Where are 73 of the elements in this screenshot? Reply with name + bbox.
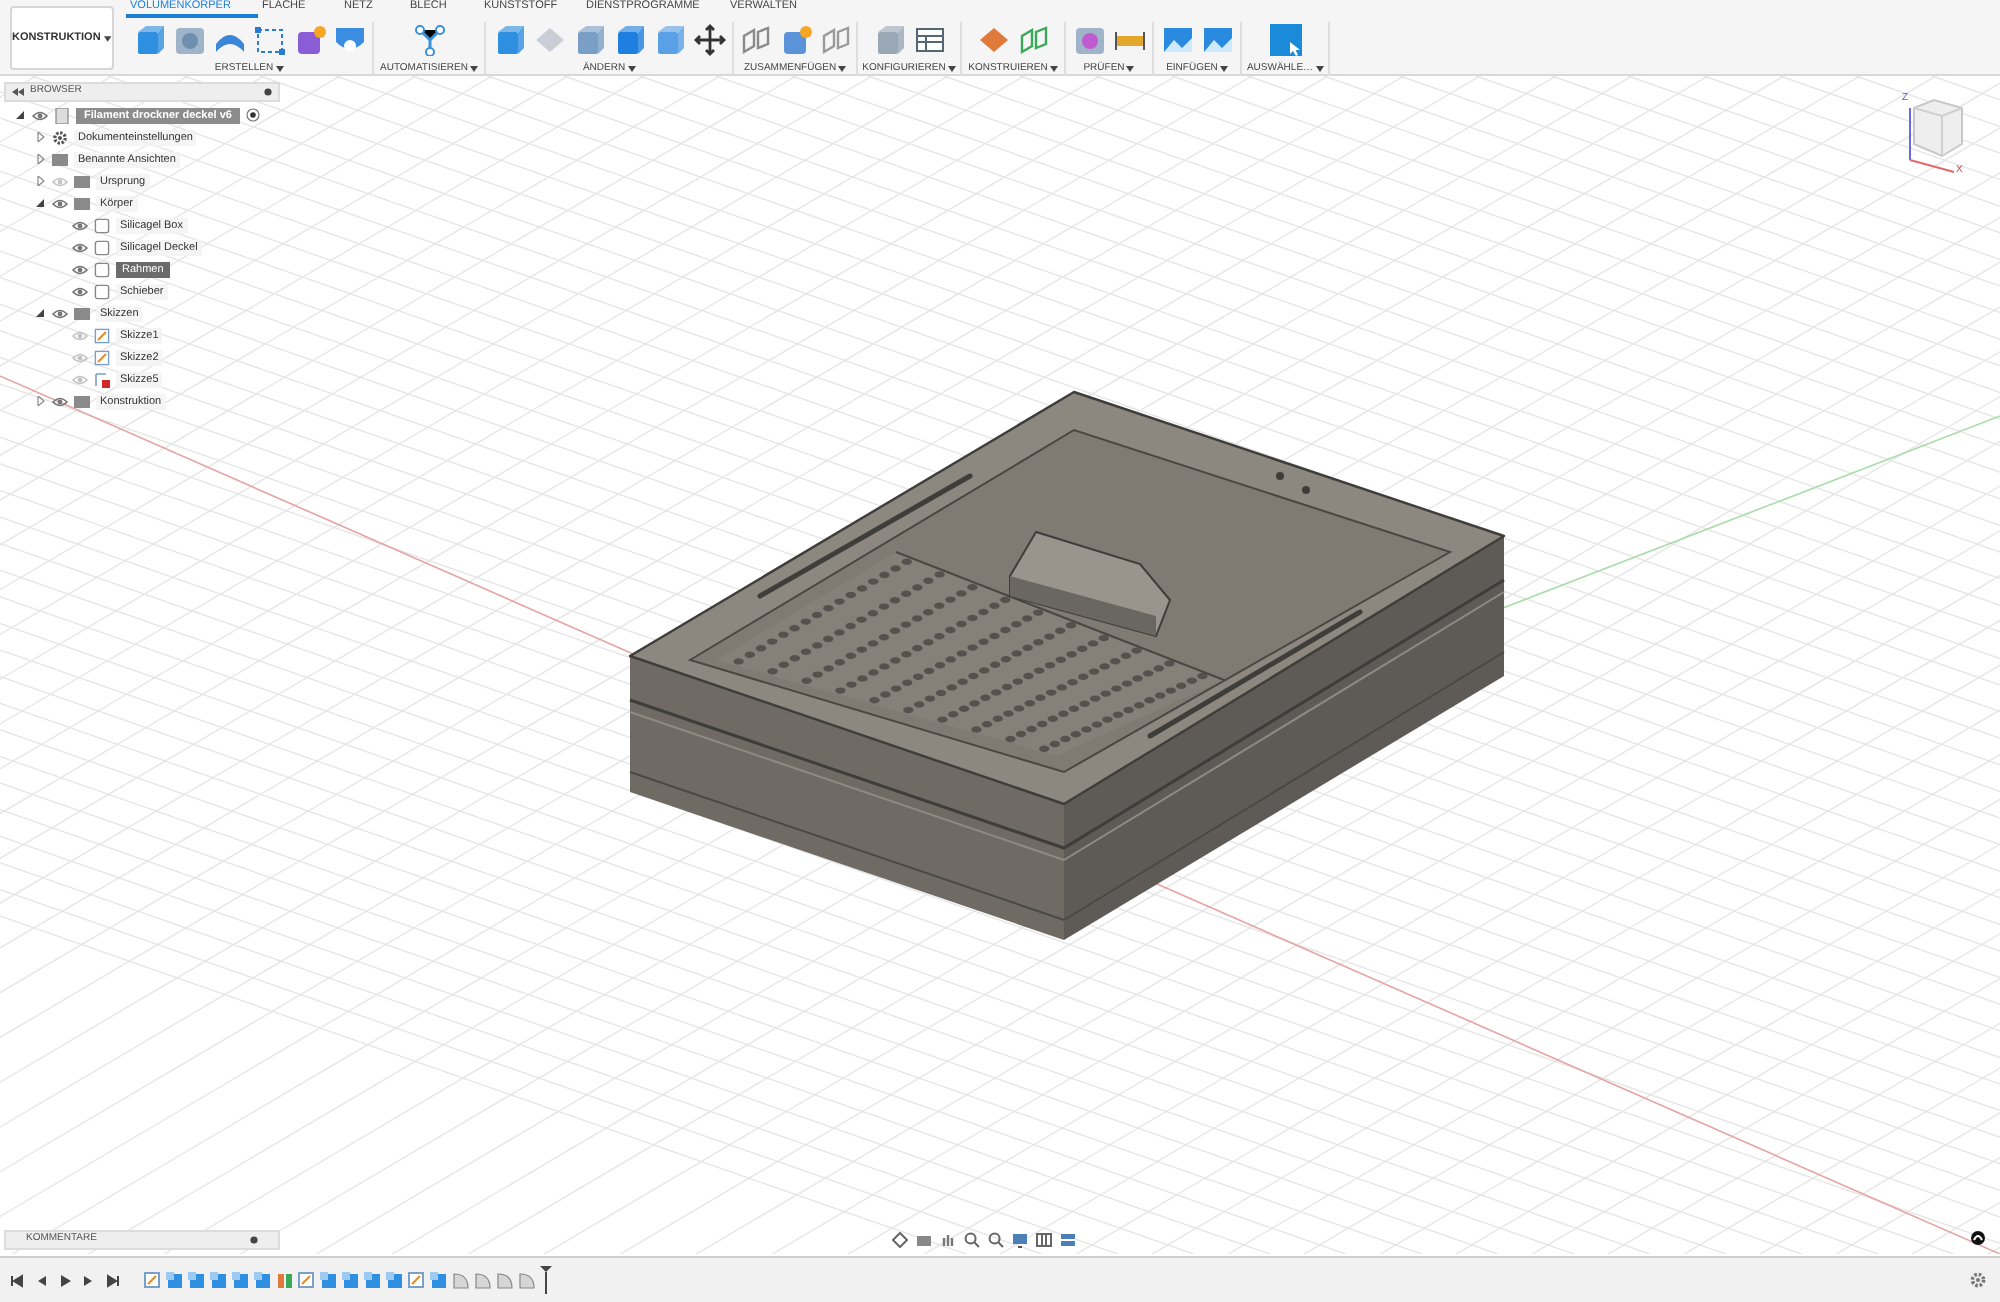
move-icon[interactable] (693, 24, 725, 56)
sketch-icon[interactable] (144, 1271, 162, 1289)
folder-icon (74, 393, 90, 409)
shell-icon[interactable] (333, 24, 365, 56)
sketch-warning-icon (94, 371, 110, 387)
cube-icon[interactable] (342, 1271, 360, 1289)
cube-icon[interactable] (133, 24, 165, 56)
joint-icon[interactable] (1017, 24, 1049, 56)
image-icon[interactable] (1161, 24, 1193, 56)
eye-icon[interactable] (52, 197, 68, 209)
joint-icon[interactable] (819, 24, 851, 56)
joint-icon[interactable] (739, 24, 771, 56)
camera-icon[interactable] (916, 1232, 932, 1248)
eye-icon[interactable] (52, 307, 68, 319)
cube-icon[interactable] (210, 1271, 228, 1289)
cursor-icon[interactable] (1269, 24, 1301, 56)
orbit-icon[interactable] (892, 1232, 908, 1248)
joint-icon[interactable] (276, 1271, 294, 1289)
zoom-icon[interactable] (964, 1232, 980, 1248)
eye-icon[interactable] (72, 285, 88, 297)
cube-icon[interactable] (166, 1271, 184, 1289)
eye-icon[interactable] (32, 109, 48, 121)
cube-icon[interactable] (232, 1271, 250, 1289)
zoom-icon[interactable] (988, 1232, 1004, 1248)
cube-icon[interactable] (430, 1271, 448, 1289)
plane-icon[interactable] (977, 24, 1009, 56)
shape-icon[interactable] (779, 24, 811, 56)
sketch-icon[interactable] (408, 1271, 426, 1289)
activate-radio-icon[interactable] (245, 108, 260, 122)
caret-icon[interactable] (104, 35, 112, 41)
cube-icon[interactable] (364, 1271, 382, 1289)
viewports-icon[interactable] (1060, 1232, 1076, 1248)
expand-icon[interactable] (16, 110, 26, 120)
skip-start-icon[interactable] (10, 1273, 24, 1287)
sketch-icon (94, 327, 110, 343)
grid-icon[interactable] (1036, 1232, 1052, 1248)
eye-icon[interactable] (72, 263, 88, 275)
settings-icon[interactable] (1970, 1272, 1986, 1288)
cube-icon[interactable] (320, 1271, 338, 1289)
document-icon (54, 107, 70, 123)
shape-icon[interactable] (1073, 24, 1105, 56)
pin-icon[interactable] (250, 1236, 258, 1244)
step-back-icon[interactable] (34, 1273, 48, 1287)
shape-icon[interactable] (293, 24, 325, 56)
folder-icon (74, 305, 90, 321)
timeline-marker-icon[interactable] (540, 1266, 552, 1294)
display-icon[interactable] (1012, 1232, 1028, 1248)
hand-icon[interactable] (940, 1232, 956, 1248)
cube-icon[interactable] (573, 24, 605, 56)
table-icon[interactable] (913, 24, 945, 56)
cube-icon[interactable] (188, 1271, 206, 1289)
eye-icon[interactable] (72, 219, 88, 231)
pin-icon[interactable] (264, 88, 272, 96)
frame-icon[interactable] (253, 24, 285, 56)
skip-end-icon[interactable] (106, 1273, 120, 1287)
eye-icon[interactable] (72, 241, 88, 253)
cube-icon[interactable] (386, 1271, 404, 1289)
status-icon (1970, 1230, 1986, 1246)
gear-icon (52, 129, 68, 145)
collapse-icon[interactable] (12, 88, 24, 96)
node-graph-icon[interactable] (413, 24, 445, 56)
cube-icon[interactable] (493, 24, 525, 56)
eye-icon[interactable] (52, 395, 68, 407)
expand-icon[interactable] (36, 308, 46, 318)
step-forward-icon[interactable] (82, 1273, 96, 1287)
expand-icon[interactable] (36, 198, 46, 208)
cube-icon[interactable] (254, 1271, 272, 1289)
play-icon[interactable] (58, 1273, 72, 1287)
shape-icon[interactable] (173, 24, 205, 56)
sketch-icon (94, 349, 110, 365)
image-icon[interactable] (1201, 24, 1233, 56)
cube-icon[interactable] (613, 24, 645, 56)
sketch-icon[interactable] (298, 1271, 316, 1289)
